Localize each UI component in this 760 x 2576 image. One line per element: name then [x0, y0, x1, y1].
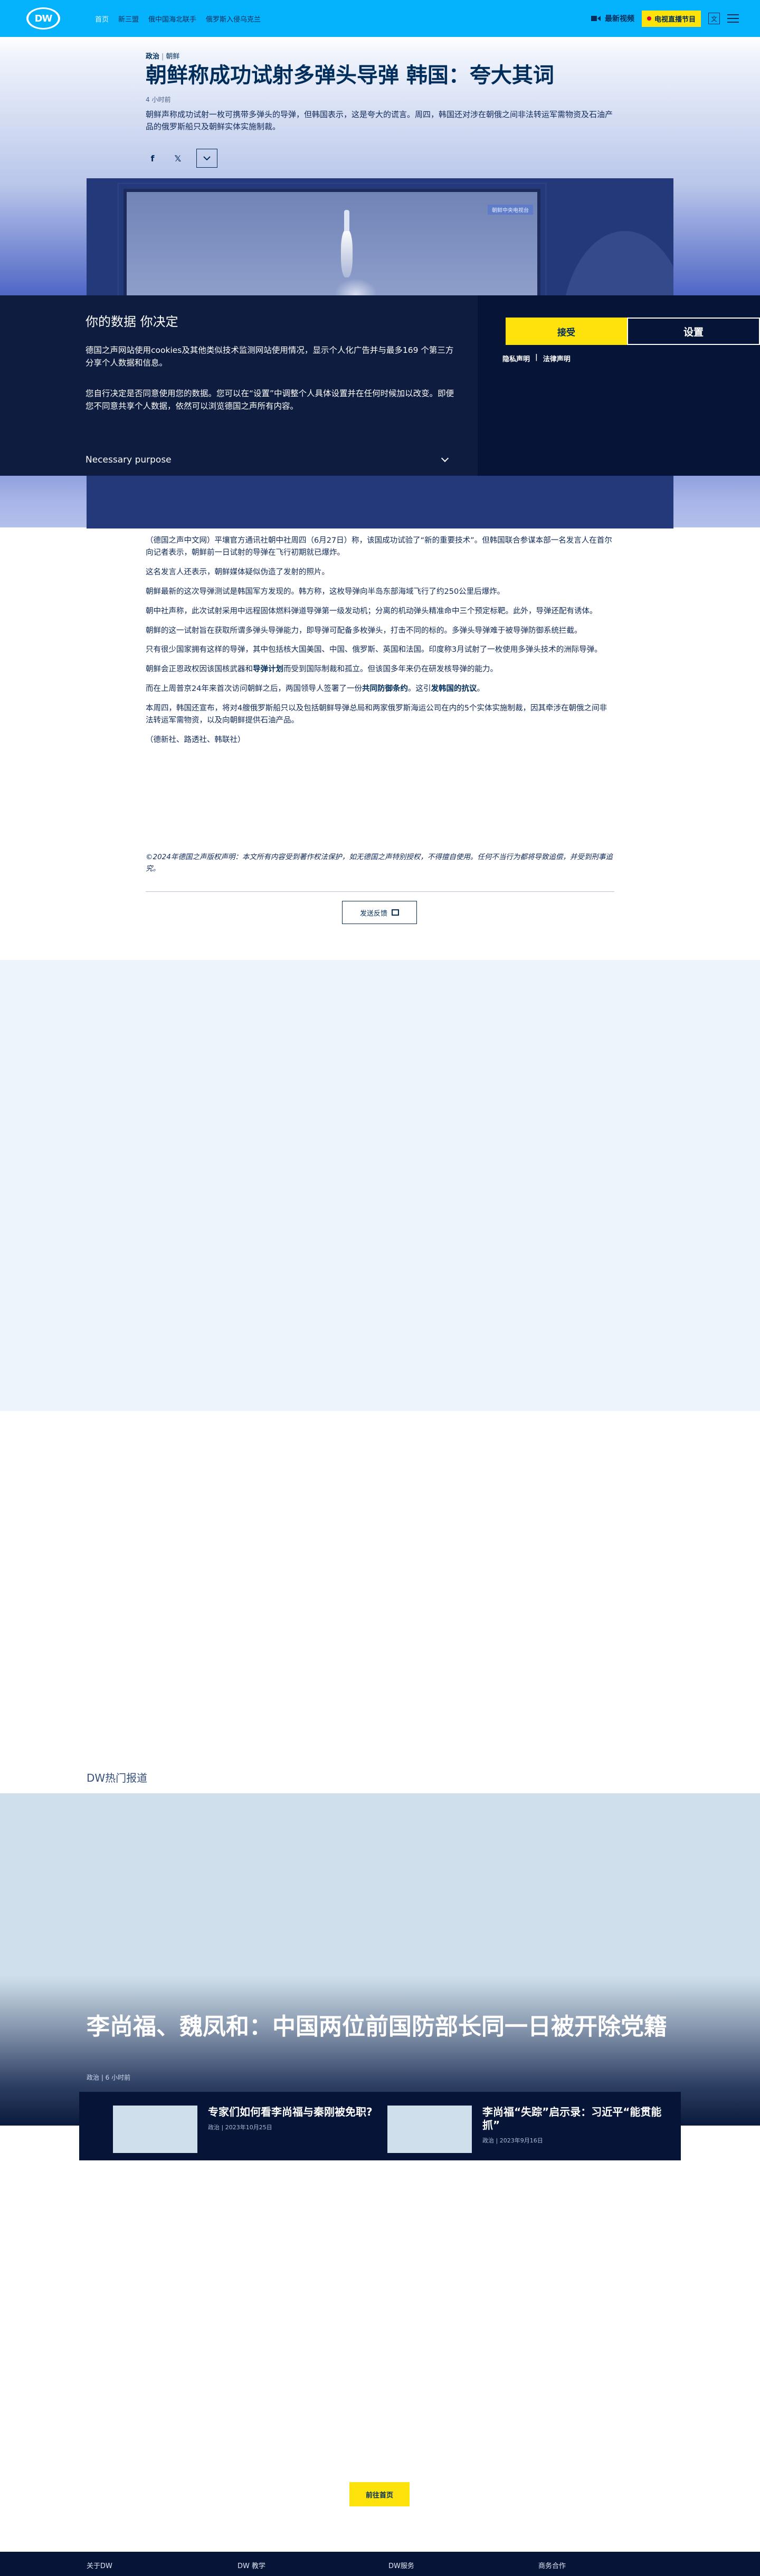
dw-logo-text: DW [28, 9, 58, 28]
paragraph: （德新社、路透社、韩联社） [146, 735, 245, 744]
category-link[interactable]: 政治 [146, 53, 159, 61]
facebook-icon[interactable]: f [146, 151, 159, 165]
korea-protest-link[interactable]: 发韩国的抗议 [431, 685, 477, 693]
paragraph-text: 。这引 [407, 685, 431, 694]
footer-link-learning[interactable]: DW 教学 [238, 2560, 265, 2570]
hot-section-title: DW热门报道 [87, 1772, 148, 1784]
header-actions: 最新视频 电视直播节目 文 [591, 0, 739, 37]
nav-item-2[interactable]: 新三盟 [118, 14, 139, 24]
latest-video-label: 最新视频 [604, 15, 634, 23]
paragraph: 朝鲜的这一试射旨在获取所谓多弹头导弹能力，即导弹可配备多枚弹头，打击不同的标的。… [146, 626, 582, 635]
related-thumbnail [387, 2106, 472, 2153]
nav-item-home[interactable]: 首页 [95, 14, 109, 24]
related-meta: 政治 | 2023年10月25日 [208, 2124, 272, 2131]
video-icon [591, 16, 601, 21]
missile-trail [341, 230, 353, 277]
accept-button[interactable]: 接受 [506, 318, 627, 345]
paragraph-text: 而受到国际制裁和孤立。但该国多年来仍在研发核导弹的能力。 [283, 665, 498, 674]
legal-link[interactable]: 法律声明 [543, 353, 571, 363]
necessary-purpose-label: Necessary purpose [86, 455, 172, 465]
copyright-notice: ©2024年德国之声版权声明：本文所有内容受到著作权法保护，如无德国之声特别授权… [146, 853, 613, 873]
hamburger-menu-icon[interactable] [727, 14, 739, 23]
paragraph: 只有很少国家拥有这样的导弹，其中包括核大国美国、中国、俄罗斯、英国和法国。印度称… [146, 646, 602, 655]
live-tv-button[interactable]: 电视直播节目 [641, 10, 701, 27]
consent-title: 你的数据 你决定 [86, 314, 178, 329]
nav-item-4[interactable]: 俄罗斯入侵乌克兰 [206, 14, 261, 24]
paragraph: 而在上周普京24年来首次访问朝鲜之后，两国领导人签署了一份共同防御条约。这引发韩… [146, 683, 614, 695]
live-tv-label: 电视直播节目 [654, 15, 696, 24]
paragraph: 朝鲜最新的这次导弹测试是韩国军方发现的。韩方称，这枚导弹向半岛东部海域飞行了约2… [146, 587, 505, 596]
share-more-button[interactable] [196, 149, 217, 168]
copy-icon [392, 909, 399, 916]
hot-headline[interactable]: 李尚福、魏凤和：中国两位前国防部长同一日被开除党籍 [87, 2013, 678, 2042]
hot-meta: 政治 | 6 小时前 [87, 2074, 131, 2081]
live-dot-icon [647, 16, 651, 21]
ad-placeholder [0, 960, 760, 1411]
related-meta: 政治 | 2023年9月16日 [482, 2137, 543, 2144]
paragraph-text: 朝鲜会正恩政权因该国核武器和 [146, 665, 253, 674]
consent-paragraph-1: 德国之声网站使用cookies及其他类似技术监测网站使用情况，显示个人化广告并与… [86, 345, 454, 368]
privacy-link[interactable]: 隐私声明 [502, 353, 530, 363]
divider [146, 891, 614, 892]
article-headline: 朝鲜称成功试射多弹头导弹 韩国：夸大其词 [146, 63, 554, 88]
site-header: DW 首页 新三盟 俄中国海北联手 俄罗斯入侵乌克兰 最新视频 电视直播节目 文 [0, 0, 760, 37]
consent-text-panel [0, 295, 478, 476]
footer-link-business[interactable]: 商务合作 [538, 2560, 566, 2570]
footer: 关于DW DW 教学 DW服务 商务合作 [0, 2552, 760, 2576]
feedback-button[interactable]: 发送反馈 [342, 901, 417, 924]
paragraph-text: 。 [477, 685, 484, 694]
missile-program-link[interactable]: 导弹计划 [253, 665, 283, 674]
dw-logo[interactable]: DW [26, 7, 60, 30]
article-time: 4 小时前 [146, 96, 171, 103]
article-teaser: 朝鲜声称成功试射一枚可携带多弹头的导弹，但韩国表示，这是夸大的谎言。周四，韩国还… [146, 110, 613, 132]
paragraph: 这名发言人还表示，朝鲜媒体疑似伪造了发射的照片。 [146, 568, 329, 576]
article-kicker: 政治 | 朝鲜 [146, 53, 180, 61]
subcategory-link[interactable]: 朝鲜 [166, 53, 179, 61]
consent-paragraph-2: 您自行决定是否同意使用您的数据。您可以在“设置”中调整个人具体设置并在任何时候加… [86, 389, 454, 411]
footer-link-services[interactable]: DW服务 [388, 2560, 414, 2570]
links-separator: | [535, 353, 538, 361]
consent-links: 隐私声明 | 法律声明 [502, 353, 571, 363]
paragraph: （德国之声中文网）平壤官方通讯社朝中社周四（6月27日）称，该国成功试验了“新的… [146, 536, 612, 557]
related-item[interactable]: 专家们如何看李尚福与秦刚被免职? 政治 | 2023年10月25日 [113, 2106, 393, 2153]
hero-badge: 朝鲜中央电视台 [488, 205, 533, 215]
consent-buttons: 接受 设置 [506, 318, 760, 345]
x-twitter-icon[interactable]: 𝕏 [171, 151, 185, 165]
latest-video-link[interactable]: 最新视频 [591, 13, 634, 24]
nav-item-3[interactable]: 俄中国海北联手 [148, 14, 196, 24]
related-thumbnail [113, 2106, 197, 2153]
paragraph: 朝鲜会正恩政权因该国核武器和导弹计划而受到国际制裁和孤立。但该国多年来仍在研发核… [146, 664, 614, 676]
necessary-purpose-toggle[interactable]: Necessary purpose [86, 454, 451, 465]
feedback-label: 发送反馈 [359, 909, 387, 918]
paragraph: 朝中社声称，此次试射采用中远程固体燃料弹道导弹第一级发动机；分离的机动弹头精准命… [146, 607, 597, 616]
footer-link-about[interactable]: 关于DW [87, 2560, 112, 2570]
related-title: 李尚福“失踪”启示录：习近平“能贯能抓” [482, 2106, 662, 2131]
paragraph: 本周四，韩国还宣布，将对4艘俄罗斯船只以及包括朝鲜导弹总局和两家俄罗斯海运公司在… [146, 704, 607, 725]
settings-button[interactable]: 设置 [627, 318, 760, 345]
article-body: （德国之声中文网）平壤官方通讯社朝中社周四（6月27日）称，该国成功试验了“新的… [146, 535, 614, 754]
main-nav: 首页 新三盟 俄中国海北联手 俄罗斯入侵乌克兰 [95, 0, 261, 37]
related-title: 专家们如何看李尚福与秦刚被免职? [208, 2106, 373, 2118]
chevron-down-icon [203, 156, 211, 160]
go-home-button[interactable]: 前往首页 [349, 2482, 410, 2506]
chevron-down-icon [441, 454, 449, 463]
cookie-consent-banner: 你的数据 你决定 德国之声网站使用cookies及其他类似技术监测网站使用情况，… [0, 295, 760, 476]
defense-treaty-link[interactable]: 共同防御条约 [362, 685, 408, 693]
share-bar: f 𝕏 [146, 149, 217, 168]
paragraph-text: 而在上周普京24年来首次访问朝鲜之后，两国领导人签署了一份 [146, 685, 362, 694]
missile-shape [344, 210, 349, 231]
language-button[interactable]: 文 [708, 13, 720, 24]
related-item[interactable]: 李尚福“失踪”启示录：习近平“能贯能抓” 政治 | 2023年9月16日 [387, 2106, 667, 2153]
